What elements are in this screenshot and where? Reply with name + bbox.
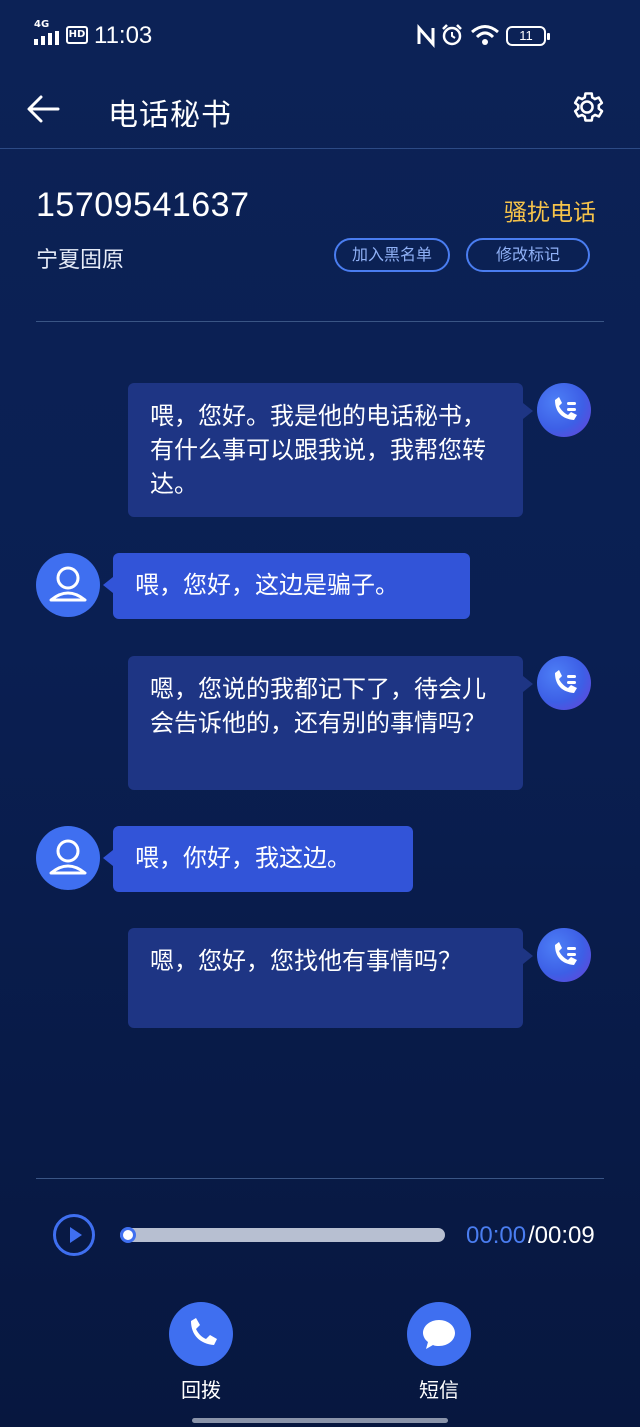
- status-bar: 4G HD 11:03 11: [0, 0, 640, 72]
- call-back-label[interactable]: 回拨: [161, 1374, 241, 1403]
- caller-location: 宁夏固原: [36, 248, 125, 273]
- user-icon: [49, 566, 87, 602]
- user-icon: [49, 839, 87, 875]
- play-button[interactable]: [53, 1214, 95, 1256]
- caller-tag: 骚扰电话: [504, 200, 596, 226]
- secretary-phone-icon: [555, 397, 577, 420]
- caller-avatar: [36, 826, 100, 890]
- total-time: /00:09: [528, 1222, 595, 1249]
- back-arrow-icon[interactable]: [26, 94, 60, 124]
- progress-handle[interactable]: [120, 1227, 136, 1243]
- secretary-message: 嗯，您好，您找他有事情吗？: [128, 928, 533, 1028]
- secretary-avatar: [537, 383, 591, 437]
- hd-icon: HD: [66, 26, 88, 44]
- sms-button[interactable]: [407, 1302, 471, 1366]
- network-type: 4G: [34, 19, 50, 30]
- home-indicator[interactable]: [192, 1418, 448, 1423]
- secretary-message: 嗯，您说的我都记下了，待会儿会告诉他的，还有别的事情吗？: [128, 656, 533, 790]
- secretary-message: 喂，您好。我是他的电话秘书，有什么事可以跟我说，我帮您转达。: [128, 383, 533, 517]
- current-time: 00:00: [466, 1222, 527, 1249]
- audio-progress-bar[interactable]: [120, 1228, 445, 1242]
- settings-gear-icon[interactable]: [568, 88, 606, 126]
- sms-label[interactable]: 短信: [399, 1374, 479, 1403]
- caller-avatar: [36, 553, 100, 617]
- page-title: 电话秘书: [108, 98, 232, 133]
- edit-mark-button[interactable]: 修改标记: [466, 238, 590, 272]
- secretary-avatar: [537, 656, 591, 710]
- call-back-button[interactable]: [169, 1302, 233, 1366]
- wifi-icon: [471, 25, 499, 45]
- secretary-phone-icon: [555, 942, 577, 965]
- message-icon: [423, 1320, 455, 1349]
- secretary-avatar: [537, 928, 591, 982]
- divider: [36, 321, 604, 322]
- divider: [36, 1178, 604, 1179]
- add-blacklist-button[interactable]: 加入黑名单: [334, 238, 450, 272]
- alarm-icon: [442, 24, 462, 46]
- battery-icon: 11: [506, 26, 550, 46]
- caller-message: 喂，您好，这边是骗子。: [103, 553, 470, 619]
- caller-message: 喂，你好，我这边。: [103, 826, 413, 892]
- secretary-phone-icon: [555, 670, 577, 693]
- signal-icon: 4G: [34, 20, 60, 45]
- status-time: 11:03: [94, 22, 153, 49]
- app-header: 电话秘书: [0, 72, 640, 149]
- caller-number: 15709541637: [36, 186, 250, 224]
- play-icon: [70, 1227, 82, 1243]
- nfc-icon: [417, 24, 435, 48]
- phone-icon: [191, 1318, 217, 1345]
